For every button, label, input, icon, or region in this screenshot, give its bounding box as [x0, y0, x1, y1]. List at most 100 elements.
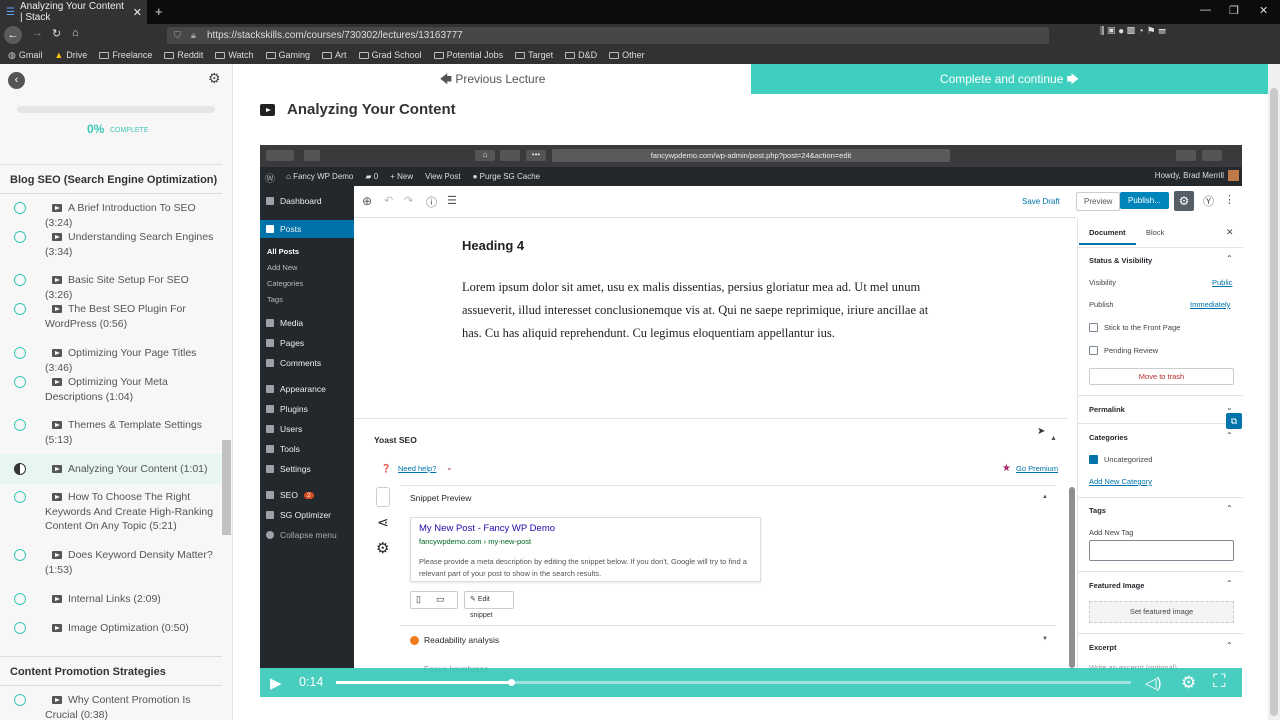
back-arrow-icon[interactable]: ‹ [8, 72, 25, 89]
tab-title: Analyzing Your Content | Stack [19, 1, 124, 23]
settings-icon [266, 465, 274, 473]
sidebar-scrollbar[interactable] [222, 440, 231, 535]
media-icon [266, 319, 274, 327]
gear-icon[interactable]: ⚙ [208, 70, 221, 87]
comments-icon [266, 359, 274, 367]
lecture-item-current[interactable]: Analyzing Your Content (1:01) [0, 454, 222, 484]
reload-icon[interactable]: ↻ [52, 27, 61, 40]
folder-icon [99, 51, 110, 59]
address-bar[interactable]: https://stackskills.com/courses/730302/l… [167, 27, 1049, 44]
lecture-item[interactable]: Optimizing Your Page Titles (3:46) [0, 346, 222, 376]
checkbox-checked-icon [1089, 455, 1098, 464]
lecture-item[interactable]: How To Choose The Right Keywords And Cre… [0, 490, 222, 545]
divider [1078, 633, 1243, 634]
traffic-light-icon [376, 487, 390, 507]
divider [1078, 395, 1243, 396]
lecture-item[interactable]: Understanding Search Engines (3:34) [0, 230, 222, 270]
close-tab-icon[interactable]: ✕ [133, 6, 142, 19]
folder-icon [265, 51, 276, 59]
divider [1078, 571, 1243, 572]
yoast-icon [266, 491, 274, 499]
bookmark-watch[interactable]: Watch [215, 50, 254, 60]
complete-continue-button[interactable]: Complete and continue 🡆 [751, 64, 1268, 94]
edit-snippet-button: ✎ Edit snippet [464, 591, 514, 619]
incomplete-circle-icon [14, 622, 26, 634]
post-heading: Heading 4 [462, 238, 525, 253]
wp-comments-count: ▰ 0 [365, 172, 379, 181]
minimize-icon[interactable]: — [1200, 4, 1211, 16]
lecture-item[interactable]: Why Content Promotion Is Crucial (0:38) [0, 693, 222, 720]
editor-scrollbar [1069, 487, 1075, 668]
video-scrubber-handle[interactable] [508, 679, 515, 686]
lecture-item[interactable]: Themes & Template Settings (5:13) [0, 418, 222, 458]
help-circle-icon: ❓ [381, 464, 391, 473]
toolbar-icons[interactable]: ⫼ ▣ ● ▩ ◔ ⚑ ☰ [1100, 26, 1166, 37]
bookmark-target[interactable]: Target [515, 50, 553, 60]
bookmark-gaming[interactable]: Gaming [265, 50, 310, 60]
avatar [1228, 170, 1239, 181]
browser-tab[interactable]: ☰ Analyzing Your Content | Stack ✕ [0, 0, 147, 24]
readability-row: Readability analysis ▼ [400, 625, 1056, 655]
incomplete-circle-icon [14, 274, 26, 286]
incomplete-circle-icon [14, 491, 26, 503]
featured-image-heading: Featured Image [1089, 581, 1145, 590]
bookmark-gmail[interactable]: ◍ Gmail [8, 50, 42, 61]
wp-menu-posts: Posts [266, 224, 301, 234]
categories-heading: Categories [1089, 433, 1128, 442]
divider [1078, 423, 1243, 424]
bookmark-art[interactable]: Art [322, 50, 347, 60]
post-paragraph: Lorem ipsum dolor sit amet, usu ex malis… [462, 280, 929, 340]
restore-icon[interactable]: ❐ [1229, 4, 1239, 17]
previous-lecture-button[interactable]: 🡄 Previous Lecture [234, 64, 751, 94]
progress-label: COMPLETE [110, 127, 149, 134]
progress-bar [17, 106, 215, 113]
set-featured-image-button: Set featured image [1089, 601, 1234, 623]
page-scrollbar[interactable] [1270, 88, 1278, 716]
shield-icon[interactable]: ⛉ [174, 30, 181, 41]
shield-icon [500, 150, 520, 161]
snippet-url: fancywpdemo.com › my-new-post [419, 537, 532, 546]
wp-menu-seo: SEO 2 [266, 490, 314, 500]
bookmark-grad-school[interactable]: Grad School [358, 50, 422, 60]
lecture-item[interactable]: Basic Site Setup For SEO (3:26) [0, 273, 222, 303]
play-icon[interactable]: ▶ [270, 674, 282, 692]
lecture-item[interactable]: Image Optimization (0:50) [0, 621, 222, 651]
folder-icon [164, 51, 175, 59]
bookmark-dnd[interactable]: D&D [565, 50, 597, 60]
snippet-preview-heading: Snippet Preview [410, 493, 472, 503]
bookmark-reddit[interactable]: Reddit [164, 50, 203, 60]
wp-admin-bar: Ⓦ ⌂ Fancy WP Demo ▰ 0 + New View Post ● … [260, 167, 1242, 186]
lecture-item[interactable]: A Brief Introduction To SEO (3:24) [0, 201, 222, 231]
wp-menu-media: Media [266, 318, 303, 328]
new-tab-icon[interactable]: + [155, 4, 163, 19]
settings-gear-icon[interactable]: ⚙ [1181, 673, 1196, 693]
chevron-down-icon: ⌄ [1226, 403, 1233, 412]
bookmark-drive[interactable]: ▲ Drive [54, 50, 87, 60]
lecture-item[interactable]: Internal Links (2:09) [0, 592, 222, 622]
active-tab-indicator [1079, 243, 1136, 245]
wp-menu-pages: Pages [266, 338, 304, 348]
lecture-item[interactable]: The Best SEO Plugin For WordPress (0:56) [0, 302, 222, 342]
need-help-link: Need help? [398, 464, 437, 473]
window-close-icon[interactable]: ✕ [1259, 4, 1268, 17]
wp-menu-dashboard: Dashboard [266, 196, 322, 206]
progress-percent: 0% [87, 122, 105, 136]
back-icon[interactable]: ← [4, 26, 22, 44]
readability-heading: Readability analysis [424, 635, 500, 645]
fullscreen-icon[interactable]: ⛶ [1213, 671, 1226, 692]
bookmark-other[interactable]: Other [609, 50, 645, 60]
volume-icon[interactable]: ◁) [1145, 674, 1162, 692]
dashboard-icon [266, 197, 274, 205]
outline-icon: ☰ [447, 195, 457, 207]
pages-icon [266, 339, 274, 347]
forward-icon[interactable]: → [32, 27, 43, 39]
lecture-item[interactable]: Does Keyword Density Matter? (1:53) [0, 548, 222, 588]
bookmark-freelance[interactable]: Freelance [99, 50, 152, 60]
share-icon: ⋖ [377, 514, 389, 530]
wp-menu-sg-optimizer: SG Optimizer [266, 510, 331, 520]
snippet-card: My New Post - Fancy WP Demo fancywpdemo.… [410, 517, 761, 582]
home-icon[interactable]: ⌂ [72, 27, 79, 39]
lecture-item[interactable]: Optimizing Your Meta Descriptions (1:04) [0, 375, 222, 415]
bookmark-potential-jobs[interactable]: Potential Jobs [433, 50, 503, 60]
wp-sub-tags: Tags [267, 295, 283, 304]
